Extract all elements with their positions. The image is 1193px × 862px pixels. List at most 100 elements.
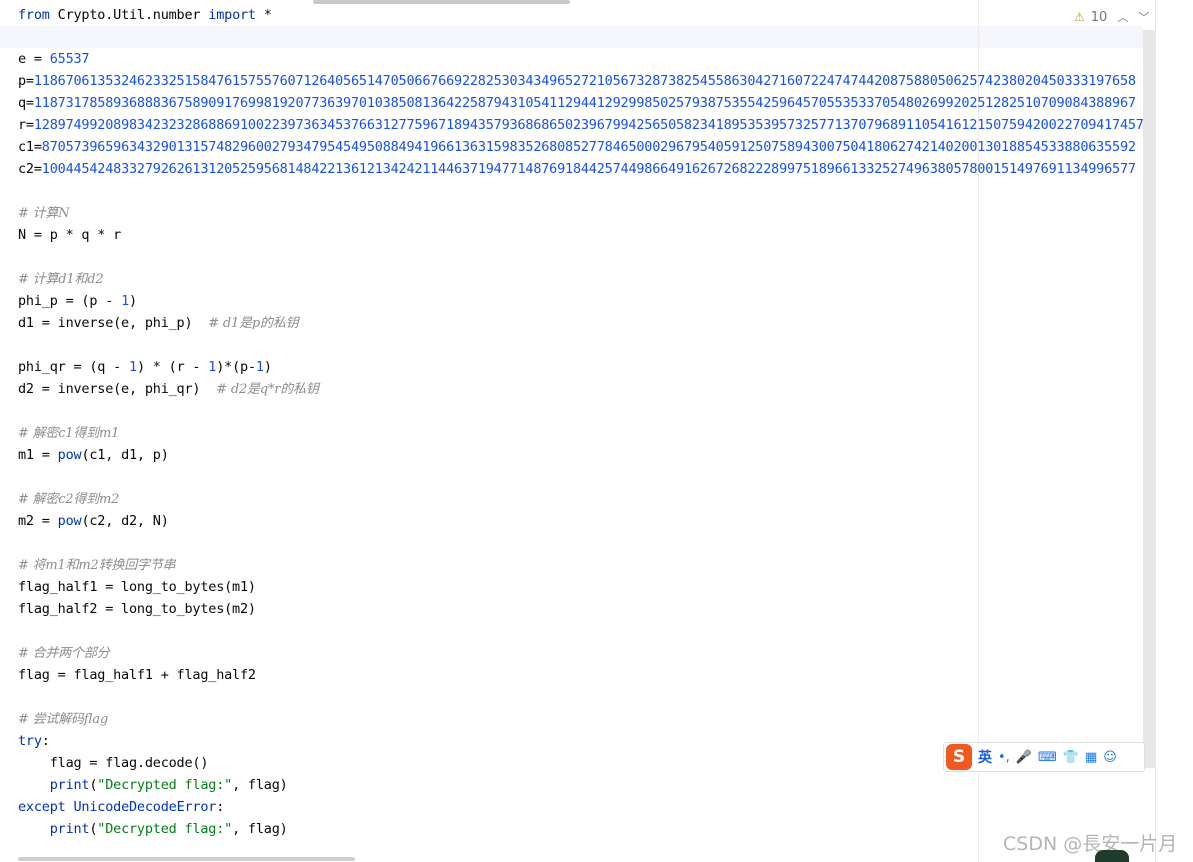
skin-icon[interactable]: 👕 (1063, 750, 1079, 765)
code-line-comment-d[interactable]: # 计算d1和d2 (18, 268, 1143, 290)
code-line-m1[interactable]: m1 = pow(c1, d1, p) (18, 444, 1143, 466)
comment: # d2是q*r的私钥 (216, 382, 319, 397)
code-line-blank[interactable] (18, 180, 1143, 202)
comment: # 合并两个部分 (18, 646, 110, 661)
code-line-p[interactable]: p=11867061353246233251584761575576071264… (18, 70, 1143, 92)
code-line-comment-decode[interactable]: # 尝试解码flag (18, 708, 1143, 730)
code-line-flag[interactable]: flag = flag_half1 + flag_half2 (18, 664, 1143, 686)
statement: , flag) (232, 777, 288, 793)
code-line-blank[interactable] (18, 620, 1143, 642)
number-literal: 1 (255, 359, 264, 375)
statement: d1 = inverse(e, phi_p) (18, 315, 209, 331)
code-lines[interactable]: from Crypto.Util.number import * e = 655… (18, 4, 1143, 840)
code-line-m2[interactable]: m2 = pow(c2, d2, N) (18, 510, 1143, 532)
assign-lhs: e = (18, 51, 50, 67)
assign-lhs: c2= (18, 161, 42, 177)
code-line-except[interactable]: except UnicodeDecodeError: (18, 796, 1143, 818)
code-line-e[interactable]: e = 65537 (18, 48, 1143, 70)
import-star: * (255, 7, 272, 23)
punctuation-toggle[interactable]: •, (998, 750, 1010, 765)
statement: : (41, 733, 50, 749)
ime-toolbar[interactable]: S 英 •, 🎤 ⌨ 👕 ▦ ☺ (943, 742, 1145, 772)
language-toggle[interactable]: 英 (978, 747, 992, 767)
code-line-blank[interactable] (18, 686, 1143, 708)
code-line-phi-qr[interactable]: phi_qr = (q - 1) * (r - 1)*(p-1) (18, 356, 1143, 378)
statement: N = p * q * r (18, 227, 122, 243)
exception-class: UnicodeDecodeError (65, 799, 217, 815)
comment: # d1是p的私钥 (208, 316, 299, 331)
code-line-phi-p[interactable]: phi_p = (p - 1) (18, 290, 1143, 312)
statement: : (216, 799, 225, 815)
comment: # 解密c2得到m2 (18, 492, 120, 507)
number-literal: 1 (129, 359, 137, 375)
code-line-comment-n[interactable]: # 计算N (18, 202, 1143, 224)
code-line-comment-m2[interactable]: # 解密c2得到m2 (18, 488, 1143, 510)
code-line-c2[interactable]: c2=1004454248332792626131205259568148422… (18, 158, 1143, 180)
keyword: import (208, 7, 256, 23)
code-line-comment-m1[interactable]: # 解密c1得到m1 (18, 422, 1143, 444)
assign-lhs: p= (18, 73, 34, 89)
module-name: Crypto.Util.number (49, 7, 209, 23)
statement: m2 = (18, 513, 58, 529)
code-line-comment-bytes[interactable]: # 将m1和m2转换回字节串 (18, 554, 1143, 576)
number-literal: 1187317858936888367589091769981920773639… (33, 95, 1136, 111)
code-line-blank[interactable] (18, 246, 1143, 268)
code-line-d1[interactable]: d1 = inverse(e, phi_p) # d1是p的私钥 (18, 312, 1143, 334)
code-line-flag-half1[interactable]: flag_half1 = long_to_bytes(m1) (18, 576, 1143, 598)
toolbox-icon[interactable]: ▦ (1085, 750, 1097, 765)
keyboard-icon[interactable]: ⌨ (1038, 750, 1057, 765)
statement: phi_qr = (q - (18, 359, 129, 375)
code-line-c1[interactable]: c1=8705739659634329013157482960027934795… (18, 136, 1143, 158)
statement: flag = flag_half1 + flag_half2 (18, 667, 256, 683)
code-line-q[interactable]: q=11873178589368883675890917699819207736… (18, 92, 1143, 114)
code-line-flag-half2[interactable]: flag_half2 = long_to_bytes(m2) (18, 598, 1143, 620)
statement: ) (129, 293, 137, 309)
code-line-blank[interactable] (18, 466, 1143, 488)
statement: phi_p = (p - (18, 293, 122, 309)
code-line-import[interactable]: from Crypto.Util.number import * (18, 4, 1143, 26)
chevron-up-icon[interactable]: ︿ (1117, 9, 1128, 25)
string-literal: "Decrypted flag:" (97, 821, 233, 837)
microphone-icon[interactable]: 🎤 (1016, 750, 1032, 765)
statement: ) (263, 359, 272, 375)
code-line-n[interactable]: N = p * q * r (18, 224, 1143, 246)
statement: flag = flag.decode() (18, 755, 209, 771)
code-line-blank[interactable] (18, 334, 1143, 356)
warning-icon: ⚠ (1074, 10, 1085, 24)
code-line-r[interactable]: r=12897499208983423232868869100223973634… (18, 114, 1143, 136)
inspection-widget[interactable]: ⚠ 10 ︿ ﹀ (1074, 7, 1149, 27)
number-literal: 8705739659634329013157482960027934795454… (41, 139, 1136, 155)
builtin-function: print (49, 777, 90, 793)
builtin-function: print (49, 821, 90, 837)
comment: # 解密c1得到m1 (18, 426, 120, 441)
builtin-function: pow (57, 447, 82, 463)
statement: flag_half2 = long_to_bytes(m2) (18, 601, 256, 617)
code-line-print[interactable]: print("Decrypted flag:", flag) (18, 818, 1143, 840)
right-tool-strip (1155, 0, 1193, 862)
comment: # 尝试解码flag (18, 712, 109, 727)
string-literal: "Decrypted flag:" (97, 777, 233, 793)
comment: # 计算d1和d2 (18, 272, 104, 287)
code-line-d2[interactable]: d2 = inverse(e, phi_qr) # d2是q*r的私钥 (18, 378, 1143, 400)
code-line-blank[interactable] (18, 26, 1143, 48)
code-line-blank[interactable] (18, 532, 1143, 554)
horizontal-scrollbar-bottom[interactable] (18, 857, 355, 861)
number-literal: 1004454248332792626131205259568148422136… (41, 161, 1136, 177)
keyword: except (18, 799, 66, 815)
number-literal: 1186706135324623325158476157557607126405… (33, 73, 1136, 89)
vertical-scrollbar[interactable] (1143, 30, 1155, 768)
code-line-print[interactable]: print("Decrypted flag:", flag) (18, 774, 1143, 796)
builtin-function: pow (57, 513, 82, 529)
code-line-blank[interactable] (18, 400, 1143, 422)
sogou-logo-icon[interactable]: S (946, 744, 972, 770)
code-line-comment-merge[interactable]: # 合并两个部分 (18, 642, 1143, 664)
mascot-icon (1095, 850, 1129, 862)
chevron-down-icon[interactable]: ﹀ (1138, 9, 1149, 25)
code-editor[interactable]: from Crypto.Util.number import * e = 655… (0, 0, 1143, 862)
watermark: CSDN @長安一片月 (1003, 833, 1178, 855)
emoji-icon[interactable]: ☺ (1103, 750, 1117, 765)
assign-lhs: r= (18, 117, 34, 133)
keyword: from (18, 7, 50, 23)
